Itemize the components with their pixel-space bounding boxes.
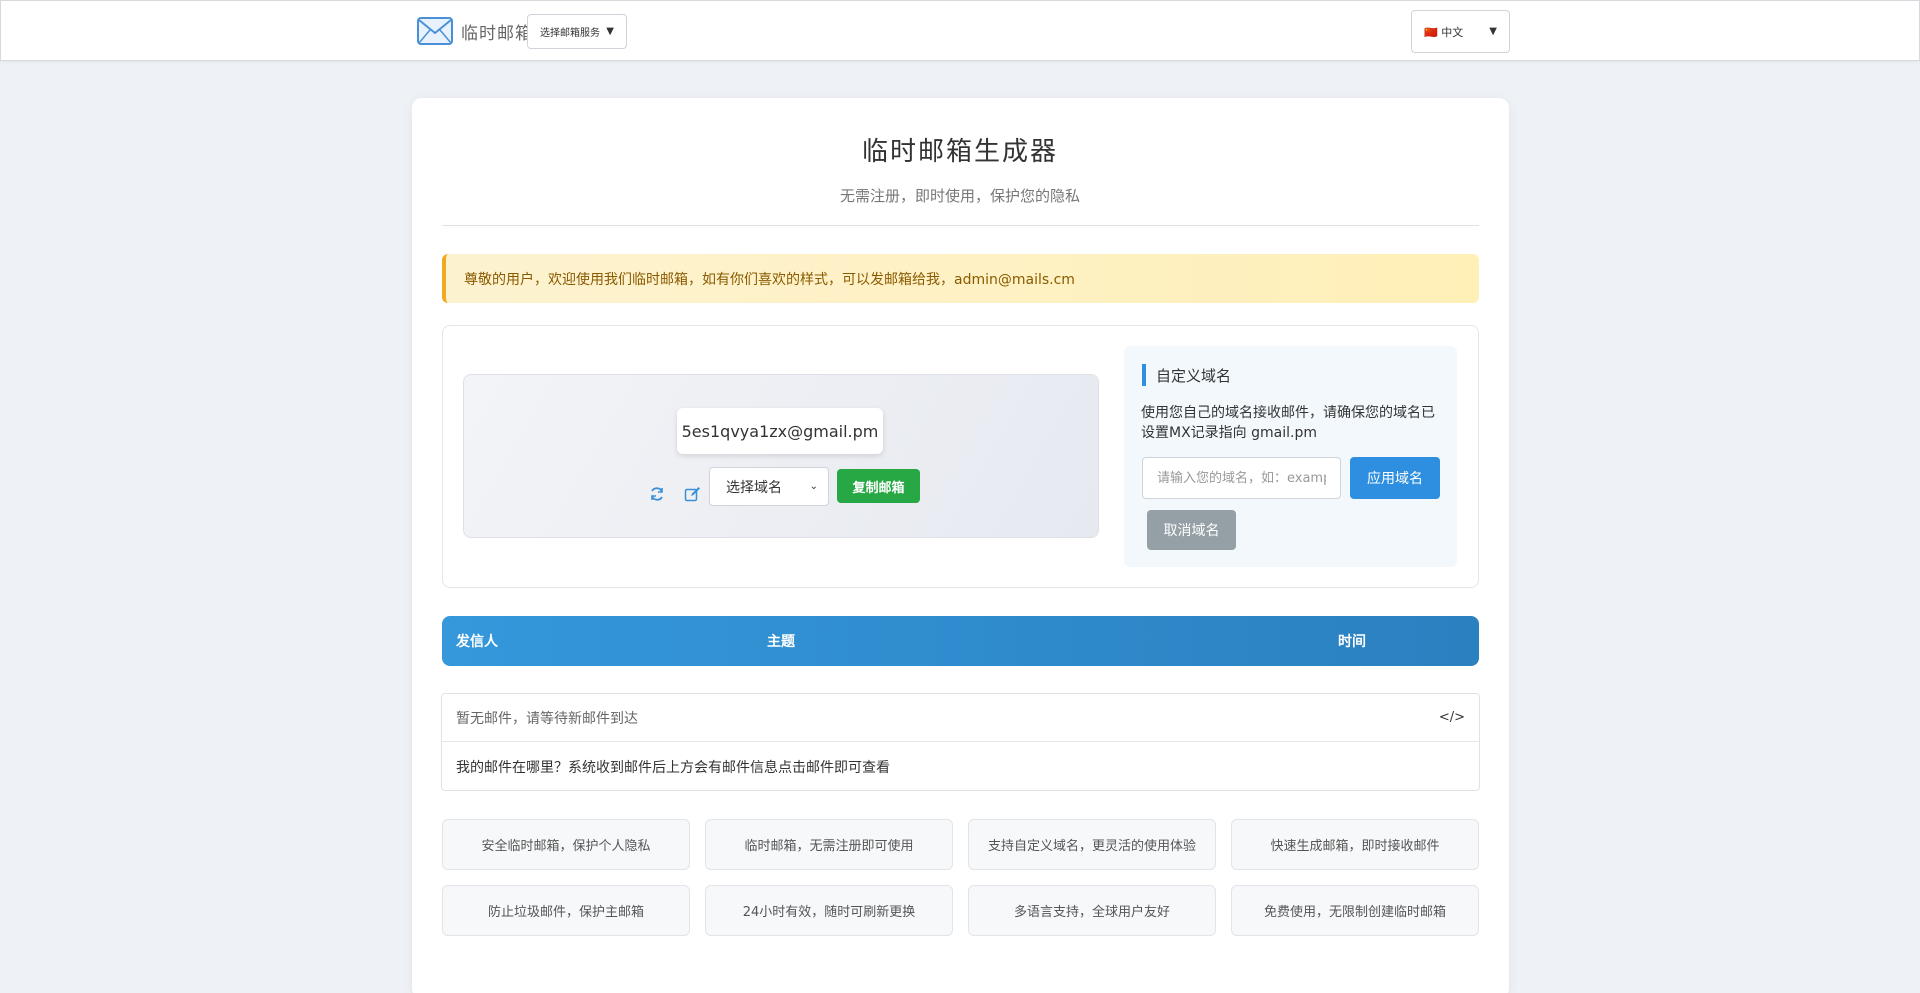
service-select-value: 选择邮箱服务 — [540, 28, 600, 39]
language-select[interactable]: 🇨🇳 中文 ▼ — [1411, 10, 1510, 53]
feature-item: 多语言支持，全球用户友好 — [968, 885, 1216, 936]
code-icon[interactable]: </> — [1439, 710, 1465, 725]
language-select-value: 🇨🇳 中文 — [1424, 24, 1463, 40]
top-navbar: 临时邮箱 选择邮箱服务 ▼ 🇨🇳 中文 ▼ — [0, 0, 1920, 61]
domain-select[interactable]: 选择域名 ⌄ — [709, 467, 829, 506]
info-header: 暂无邮件，请等待新邮件到达 </> — [442, 694, 1479, 742]
feature-item: 支持自定义域名，更灵活的使用体验 — [968, 819, 1216, 870]
custom-domain-title: 自定义域名 — [1142, 364, 1231, 386]
email-generator-box — [463, 374, 1099, 538]
divider — [442, 225, 1479, 226]
flag-icon: 🇨🇳 — [1424, 25, 1438, 39]
custom-domain-description: 使用您自己的域名接收邮件，请确保您的域名已设置MX记录指向 gmail.pm — [1141, 405, 1435, 441]
logo-text: 临时邮箱 — [461, 23, 533, 44]
service-select[interactable]: 选择邮箱服务 ▼ — [527, 14, 627, 49]
feature-item: 24小时有效，随时可刷新更换 — [705, 885, 953, 936]
copy-email-button[interactable]: 复制邮箱 — [837, 469, 920, 503]
page-title: 临时邮箱生成器 — [861, 137, 1058, 167]
inbox-table-header: 发信人 主题 时间 — [442, 616, 1479, 666]
edit-icon[interactable] — [682, 484, 702, 504]
feature-item: 防止垃圾邮件，保护主邮箱 — [442, 885, 690, 936]
column-time: 时间 — [1338, 634, 1366, 650]
chevron-down-icon: ▼ — [606, 26, 614, 37]
domain-select-value: 选择域名 — [726, 479, 782, 496]
page-subtitle: 无需注册，即时使用，保护您的隐私 — [839, 187, 1080, 205]
chevron-down-icon: ⌄ — [809, 481, 818, 492]
custom-domain-input[interactable] — [1142, 457, 1341, 499]
feature-item: 快速生成邮箱，即时接收邮件 — [1231, 819, 1479, 870]
cancel-domain-button[interactable]: 取消域名 — [1147, 510, 1236, 550]
logo[interactable]: 临时邮箱 — [417, 15, 533, 47]
refresh-icon[interactable] — [647, 484, 667, 504]
feature-item: 免费使用，无限制创建临时邮箱 — [1231, 885, 1479, 936]
feature-item: 临时邮箱，无需注册即可使用 — [705, 819, 953, 870]
apply-domain-button[interactable]: 应用域名 — [1350, 457, 1440, 499]
inbox-info-box: 暂无邮件，请等待新邮件到达 </> 我的邮件在哪里？系统收到邮件后上方会有邮件信… — [441, 693, 1480, 791]
column-subject: 主题 — [767, 634, 795, 650]
column-sender: 发信人 — [456, 634, 498, 650]
info-body-text: 我的邮件在哪里？系统收到邮件后上方会有邮件信息点击邮件即可查看 — [456, 760, 890, 776]
feature-item: 安全临时邮箱，保护个人隐私 — [442, 819, 690, 870]
info-header-text: 暂无邮件，请等待新邮件到达 — [456, 710, 638, 727]
language-label: 中文 — [1441, 25, 1464, 39]
notice-banner: 尊敬的用户，欢迎使用我们临时邮箱，如有你们喜欢的样式，可以发邮箱给我，admin… — [442, 254, 1479, 303]
email-address-display[interactable]: 5es1qvya1zx@gmail.pm — [677, 408, 883, 454]
chevron-down-icon: ▼ — [1489, 26, 1497, 37]
envelope-icon — [417, 17, 453, 45]
